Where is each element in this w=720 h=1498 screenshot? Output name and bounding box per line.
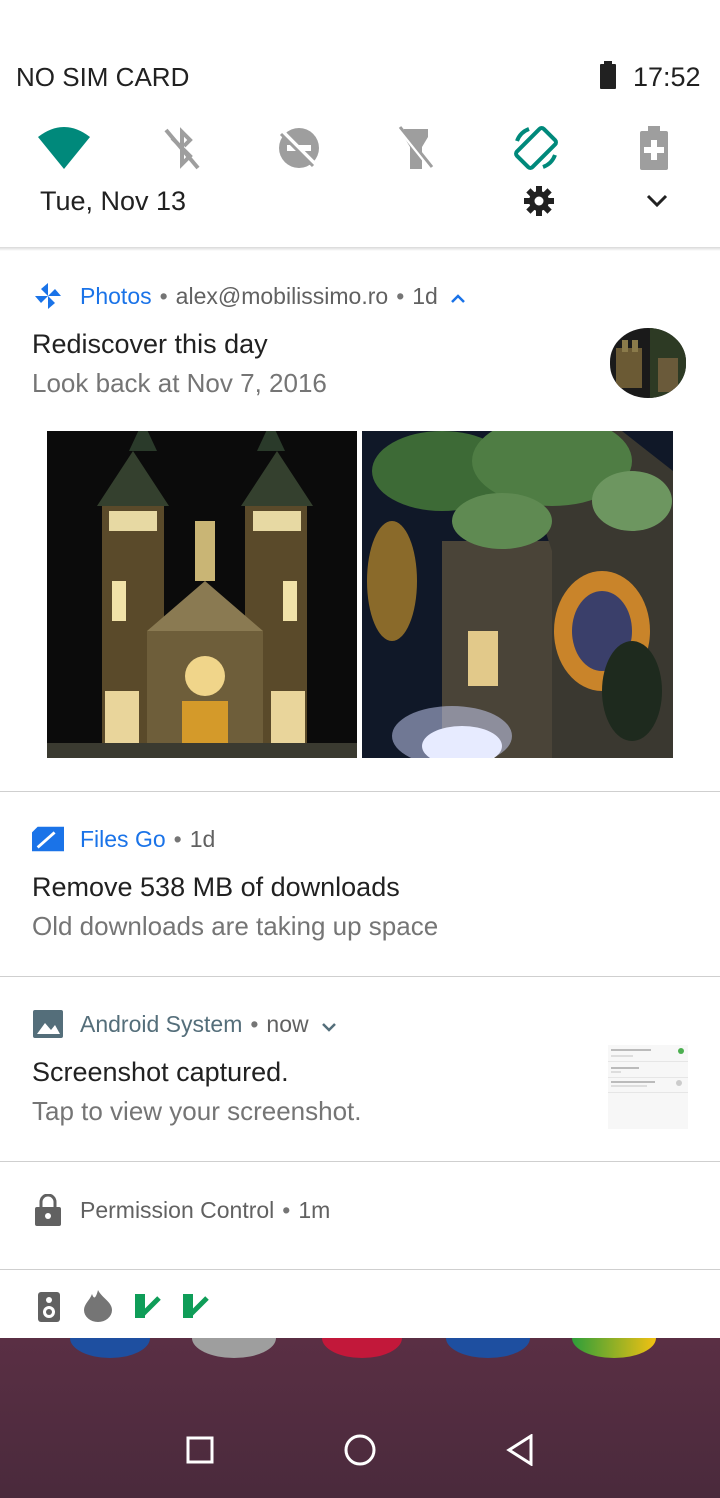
- task-check-icon: [181, 1292, 209, 1325]
- chevron-up-icon[interactable]: [450, 283, 466, 310]
- clock: 17:52: [633, 62, 701, 92]
- app-name: Photos: [80, 282, 152, 309]
- time-label: 1d: [412, 282, 438, 309]
- chevron-down-icon[interactable]: [321, 1011, 337, 1038]
- separator: •: [396, 282, 405, 309]
- app-name: Files Go: [80, 825, 166, 852]
- auto-rotate-icon[interactable]: [506, 120, 566, 176]
- notification-screenshot[interactable]: Android System • now Screenshot captured…: [0, 977, 720, 1161]
- account-label: alex@mobilissimo.ro: [175, 282, 389, 309]
- separator: •: [173, 825, 182, 852]
- speaker-icon: [38, 1292, 60, 1327]
- notification-header: Files Go • 1d: [32, 822, 215, 856]
- bluetooth-off-icon[interactable]: [152, 120, 212, 176]
- separator: •: [159, 282, 168, 309]
- wifi-icon[interactable]: [34, 120, 94, 176]
- battery-icon: [600, 61, 616, 89]
- carrier-label: NO SIM CARD: [16, 62, 190, 92]
- back-button[interactable]: [490, 1420, 550, 1480]
- notification-text: Old downloads are taking up space: [32, 911, 439, 941]
- screenshot-thumbnail: [608, 1045, 688, 1129]
- notification-title: Screenshot captured.: [32, 1057, 289, 1087]
- dnd-off-icon[interactable]: [269, 120, 329, 176]
- notification-text: Look back at Nov 7, 2016: [32, 368, 327, 398]
- photo-church-front[interactable]: [47, 431, 357, 758]
- app-name: Android System: [80, 1010, 243, 1037]
- notification-text: Tap to view your screenshot.: [32, 1096, 362, 1126]
- task-check-icon: [133, 1292, 161, 1325]
- notification-header: Permission Control • 1m: [32, 1193, 330, 1227]
- time-label: 1d: [189, 825, 216, 852]
- notification-header: Android System • now: [32, 1007, 337, 1041]
- lock-icon: [32, 1194, 64, 1226]
- recents-button[interactable]: [170, 1420, 230, 1480]
- notification-files-go[interactable]: Files Go • 1d Remove 538 MB of downloads…: [0, 792, 720, 976]
- battery-saver-icon[interactable]: [624, 120, 684, 176]
- time-label: now: [266, 1010, 309, 1037]
- gear-icon[interactable]: [520, 182, 558, 220]
- app-name: Permission Control: [80, 1196, 275, 1223]
- notification-header: Photos • alex@mobilissimo.ro • 1d: [32, 279, 466, 313]
- chevron-down-icon[interactable]: [638, 182, 676, 220]
- notification-permission-control[interactable]: Permission Control • 1m: [0, 1162, 720, 1269]
- separator: •: [250, 1010, 259, 1037]
- flashlight-off-icon[interactable]: [386, 120, 446, 176]
- flame-icon: [84, 1290, 112, 1327]
- photo-church-trees[interactable]: [362, 431, 673, 758]
- time-label: 1m: [298, 1196, 331, 1223]
- image-icon: [32, 1008, 64, 1040]
- home-button[interactable]: [330, 1420, 390, 1480]
- photos-icon: [32, 280, 64, 312]
- status-bar: NO SIM CARD 17:52: [0, 0, 720, 110]
- photo-thumbnail: [610, 328, 686, 398]
- separator: •: [282, 1196, 291, 1223]
- notification-title: Remove 538 MB of downloads: [32, 872, 400, 902]
- files-go-icon: [32, 823, 64, 855]
- notification-photos[interactable]: Photos • alex@mobilissimo.ro • 1d Redisc…: [0, 251, 720, 791]
- notification-title: Rediscover this day: [32, 329, 268, 359]
- date-label: Tue, Nov 13: [40, 186, 187, 216]
